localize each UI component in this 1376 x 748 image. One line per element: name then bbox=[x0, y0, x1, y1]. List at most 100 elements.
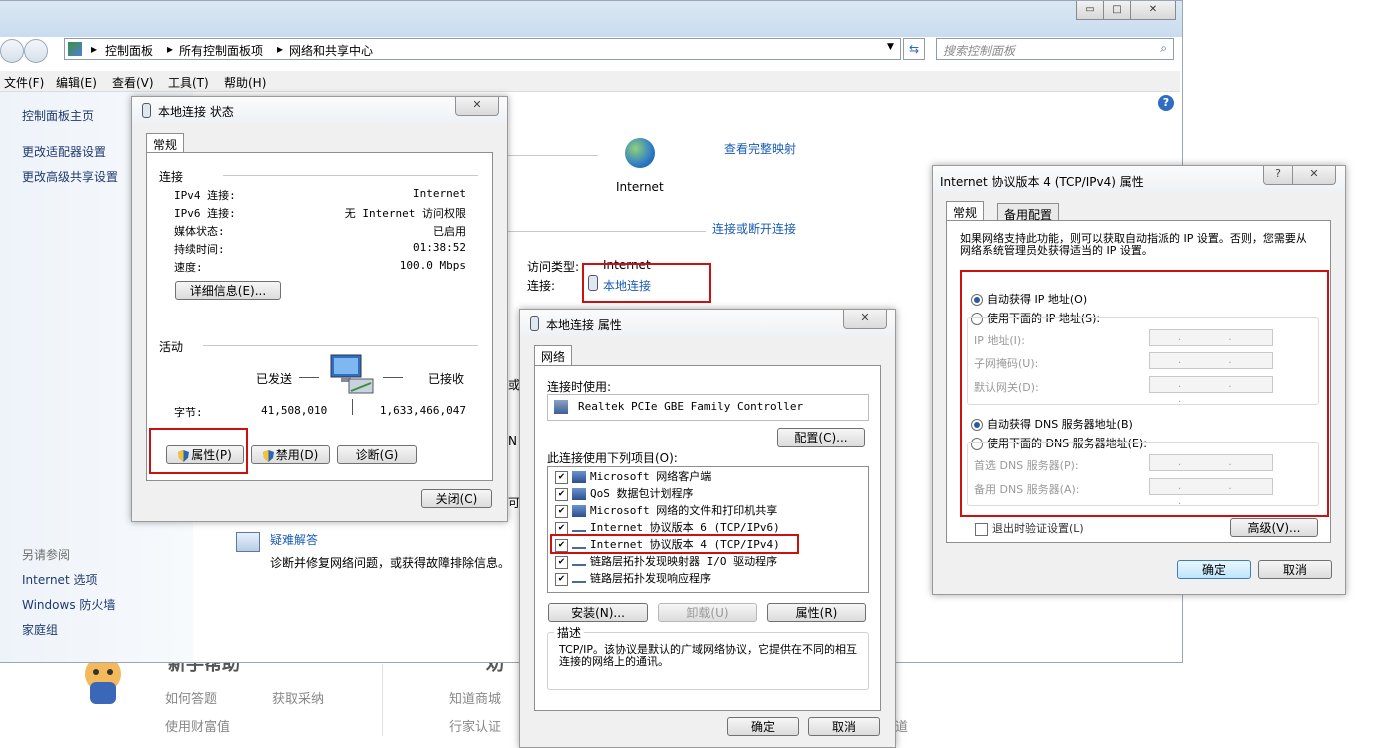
configure-button[interactable]: 配置(C)... bbox=[777, 428, 865, 447]
highlight-box bbox=[960, 270, 1329, 517]
close-icon[interactable]: ✕ bbox=[455, 97, 499, 116]
component-list-item[interactable]: ✔ 链路层拓扑发现映射器 I/O 驱动程序 bbox=[555, 553, 777, 569]
media-status-value: 已启用 bbox=[433, 225, 466, 238]
component-checkbox[interactable]: ✔ bbox=[555, 521, 568, 535]
cut-text: N bbox=[508, 434, 517, 448]
component-checkbox[interactable]: ✔ bbox=[555, 504, 568, 518]
sidebar-item-change-adapter[interactable]: 更改适配器设置 bbox=[22, 143, 106, 160]
network-client-icon bbox=[572, 488, 586, 500]
troubleshoot-link[interactable]: 疑难解答 bbox=[270, 531, 318, 548]
dialog-title: Internet 协议版本 4 (TCP/IPv4) 属性 bbox=[940, 175, 1144, 189]
help-icon[interactable]: ? bbox=[1158, 95, 1174, 111]
network-client-icon bbox=[572, 471, 586, 483]
component-label: QoS 数据包计划程序 bbox=[590, 487, 694, 500]
sidebar-item-advanced-sharing[interactable]: 更改高级共享设置 bbox=[22, 168, 118, 185]
sidebar-item-control-panel-home[interactable]: 控制面板主页 bbox=[22, 107, 94, 124]
tab-general[interactable]: 常规 bbox=[946, 201, 985, 221]
footer-link[interactable]: 获取采纳 bbox=[272, 688, 324, 707]
protocol-icon bbox=[572, 575, 586, 583]
description-text: TCP/IP。该协议是默认的广域网络协议，它提供在不同的相互连接的网络上的通讯。 bbox=[559, 643, 857, 668]
connection-icon bbox=[530, 316, 539, 331]
menu-view[interactable]: 查看(V) bbox=[112, 74, 154, 91]
diagnose-button[interactable]: 诊断(G) bbox=[337, 445, 417, 464]
tab-alternate-config[interactable]: 备用配置 bbox=[997, 203, 1060, 222]
ipv4-properties-dialog: Internet 协议版本 4 (TCP/IPv4) 属性 ? ✕ 常规 备用配… bbox=[932, 165, 1346, 595]
ok-button[interactable]: 确定 bbox=[1177, 560, 1251, 579]
component-checkbox[interactable]: ✔ bbox=[555, 470, 568, 484]
menu-tools[interactable]: 工具(T) bbox=[168, 74, 209, 91]
validate-on-exit-checkbox[interactable]: 退出时验证设置(L) bbox=[975, 520, 1084, 536]
speed-value: 100.0 Mbps bbox=[399, 259, 466, 272]
connection-section-label: 连接 bbox=[159, 170, 184, 184]
component-list-item[interactable]: ✔ 链路层拓扑发现响应程序 bbox=[555, 570, 711, 586]
component-list-item[interactable]: ✔ Microsoft 网络客户端 bbox=[555, 468, 711, 484]
sidebar-item-firewall[interactable]: Windows 防火墙 bbox=[22, 596, 115, 613]
search-input[interactable]: 搜索控制面板 bbox=[943, 42, 1015, 59]
help-button[interactable]: ? bbox=[1263, 166, 1293, 185]
network-computers-icon bbox=[329, 353, 377, 397]
component-checkbox[interactable]: ✔ bbox=[555, 572, 568, 586]
back-button[interactable] bbox=[0, 39, 24, 63]
menu-file[interactable]: 文件(F) bbox=[4, 74, 44, 91]
cancel-button[interactable]: 取消 bbox=[808, 717, 880, 736]
menu-edit[interactable]: 编辑(E) bbox=[56, 74, 97, 91]
connect-using-label: 连接时使用: bbox=[547, 380, 612, 394]
access-type-label: 访问类型: bbox=[527, 260, 580, 274]
received-label: 已接收 bbox=[428, 372, 465, 386]
sidebar-item-homegroup[interactable]: 家庭组 bbox=[22, 621, 58, 638]
close-icon[interactable]: ✕ bbox=[1292, 166, 1336, 185]
item-properties-button[interactable]: 属性(R) bbox=[767, 603, 866, 622]
close-button[interactable]: 关闭(C) bbox=[421, 489, 492, 508]
connection-icon bbox=[142, 103, 151, 118]
close-window-button[interactable]: ✕ bbox=[1130, 1, 1176, 20]
internet-label: Internet bbox=[616, 180, 664, 194]
search-icon[interactable]: ⌕ bbox=[1160, 41, 1167, 56]
dialog-title: 本地连接 属性 bbox=[546, 318, 622, 332]
view-full-map-link[interactable]: 查看完整映射 bbox=[724, 140, 796, 157]
ipv6-value: 无 Internet 访问权限 bbox=[344, 207, 466, 220]
refresh-button[interactable]: ⇆ bbox=[903, 38, 925, 60]
description-title: 描述 bbox=[554, 624, 585, 641]
component-list-item[interactable]: ✔ QoS 数据包计划程序 bbox=[555, 485, 694, 501]
breadcrumb-item[interactable]: 所有控制面板项 bbox=[179, 42, 263, 59]
component-list-item[interactable]: ✔ Internet 协议版本 6 (TCP/IPv6) bbox=[555, 519, 780, 535]
sidebar-item-internet-options[interactable]: Internet 选项 bbox=[22, 571, 97, 588]
tab-networking[interactable]: 网络 bbox=[534, 345, 573, 366]
adapter-field: Realtek PCIe GBE Family Controller bbox=[547, 394, 869, 421]
close-icon[interactable]: ✕ bbox=[843, 310, 887, 329]
maximize-button[interactable]: □ bbox=[1103, 1, 1131, 20]
component-label: 链路层拓扑发现映射器 I/O 驱动程序 bbox=[590, 555, 778, 568]
highlight-box bbox=[582, 263, 711, 303]
menu-bar: 文件(F) 编辑(E) 查看(V) 工具(T) 帮助(H) bbox=[0, 71, 1180, 92]
breadcrumb-item[interactable]: 网络和共享中心 bbox=[289, 42, 373, 59]
ipv4-label: IPv4 连接: bbox=[174, 189, 236, 202]
footer-link[interactable]: 如何答题 bbox=[165, 688, 217, 707]
disable-button[interactable]: 禁用(D) bbox=[251, 445, 330, 464]
minimize-button[interactable]: ▭ bbox=[1076, 1, 1104, 20]
details-button[interactable]: 详细信息(E)... bbox=[175, 281, 281, 300]
component-label: Microsoft 网络的文件和打印机共享 bbox=[590, 504, 778, 517]
connect-disconnect-link[interactable]: 连接或断开连接 bbox=[712, 220, 796, 237]
component-checkbox[interactable]: ✔ bbox=[555, 555, 568, 569]
search-box[interactable]: 搜索控制面板 ⌕ bbox=[936, 38, 1174, 60]
footer-link[interactable]: 知道商城 bbox=[449, 688, 501, 707]
component-checkbox[interactable]: ✔ bbox=[555, 487, 568, 501]
address-bar[interactable]: ▸ 控制面板 ▸ 所有控制面板项 ▸ 网络和共享中心 ▼ bbox=[64, 38, 901, 60]
footer-link[interactable]: 行家认证 bbox=[449, 716, 501, 735]
ipv4-value: Internet bbox=[413, 187, 466, 200]
component-list-item[interactable]: ✔ Microsoft 网络的文件和打印机共享 bbox=[555, 502, 777, 518]
ok-button[interactable]: 确定 bbox=[727, 717, 799, 736]
component-label: Microsoft 网络客户端 bbox=[590, 470, 712, 483]
cancel-button[interactable]: 取消 bbox=[1258, 560, 1332, 579]
forward-button[interactable] bbox=[24, 39, 48, 63]
footer-link[interactable]: 使用财富值 bbox=[165, 716, 230, 735]
tab-general[interactable]: 常规 bbox=[146, 133, 185, 153]
uninstall-button[interactable]: 卸载(U) bbox=[658, 603, 757, 622]
shield-icon bbox=[262, 449, 274, 462]
advanced-button[interactable]: 高级(V)... bbox=[1230, 518, 1318, 537]
menu-help[interactable]: 帮助(H) bbox=[224, 74, 266, 91]
sent-label: 已发送 bbox=[256, 372, 293, 386]
install-button[interactable]: 安装(N)... bbox=[548, 603, 648, 622]
breadcrumb-item[interactable]: 控制面板 bbox=[105, 42, 153, 59]
address-dropdown-icon[interactable]: ▼ bbox=[887, 42, 894, 52]
